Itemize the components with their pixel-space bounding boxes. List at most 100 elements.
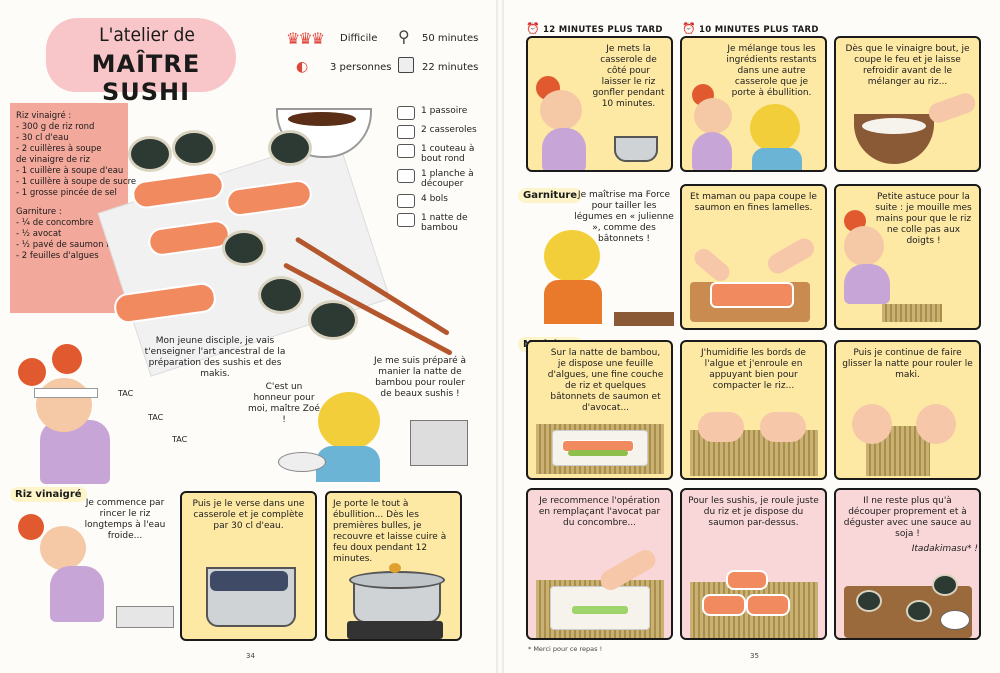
left-page: L'atelier de MAÎTRE SUSHI ♛♛♛ Difficile … bbox=[0, 0, 496, 673]
step-roll: J'humidifie les bords de l'algue et j'en… bbox=[701, 348, 806, 391]
ingredient-spacer bbox=[16, 199, 122, 207]
master-speech: Mon jeune disciple, je vais t'enseigner … bbox=[144, 336, 286, 379]
arm bbox=[764, 234, 818, 278]
comic-panel: Je recommence l'opération en remplaçant … bbox=[526, 488, 673, 640]
comic-panel: Dès que le vinaigre bout, je coupe le fe… bbox=[834, 36, 981, 172]
ingredient-line: - 2 feuilles d'algues bbox=[16, 251, 99, 261]
tool-label: 1 passoire bbox=[421, 106, 468, 116]
salmon-nigiri bbox=[746, 594, 790, 616]
tool-item: 4 bols bbox=[397, 194, 491, 208]
comic-panel: Je mets la casserole de côté pour laisse… bbox=[526, 36, 673, 172]
alarm-clock-icon: ⏰ bbox=[682, 22, 696, 35]
step-nigiri: Pour les sushis, je roule juste du riz e… bbox=[688, 496, 819, 528]
ingredient-line: - 2 cuillères à soupe bbox=[16, 144, 102, 154]
knife-icon bbox=[397, 144, 415, 158]
total-time-label: 50 minutes bbox=[422, 33, 479, 44]
book-gutter bbox=[496, 0, 504, 673]
student-head bbox=[750, 104, 800, 152]
cutting-board-icon bbox=[397, 169, 415, 183]
sfx-tac: TAC bbox=[148, 413, 164, 422]
maki-roll bbox=[128, 136, 172, 172]
chef-zoe-body bbox=[542, 128, 586, 170]
salmon-nigiri bbox=[702, 594, 746, 616]
chef-zoe-head bbox=[844, 226, 884, 266]
servings-label: 3 personnes bbox=[330, 62, 392, 73]
step-rest-rice: Je mets la casserole de côté pour laisse… bbox=[592, 44, 665, 109]
caption-text: 12 MINUTES PLUS TARD bbox=[543, 25, 663, 35]
tool-label: 1 natte de bambou bbox=[421, 213, 468, 233]
cutting-board bbox=[614, 312, 674, 326]
tool-item: 1 natte de bambou bbox=[397, 213, 491, 233]
headband bbox=[34, 388, 98, 398]
maki-roll bbox=[172, 130, 216, 166]
rice-in-bowl bbox=[862, 118, 926, 134]
time-caption-2: ⏰ 10 MINUTES PLUS TARD bbox=[682, 22, 819, 35]
comic-panel: Je mélange tous les ingrédients restants… bbox=[680, 36, 827, 172]
student-body bbox=[752, 148, 802, 170]
step-serve: Il ne reste plus qu'à découper propremen… bbox=[843, 496, 972, 539]
rice-plate bbox=[278, 452, 326, 472]
ingredient-line: - 1 cuillère à soupe d'eau bbox=[16, 166, 124, 176]
maki-roll bbox=[258, 276, 304, 314]
cucumber-strips bbox=[572, 606, 628, 614]
rice-step-3: Je porte le tout à ébullition... Dès les… bbox=[333, 499, 447, 564]
page-number-right: 35 bbox=[750, 652, 759, 660]
bamboo-mat-icon bbox=[397, 213, 415, 227]
arm bbox=[926, 90, 978, 126]
comic-panel: Petite astuce pour la suite : je mouille… bbox=[834, 184, 981, 330]
ingredient-line: - 1 cuillère à soupe de sucre bbox=[16, 177, 137, 187]
time-caption-1: ⏰ 12 MINUTES PLUS TARD bbox=[526, 22, 663, 35]
ingredient-line: - 1 grosse pincée de sel bbox=[16, 188, 117, 198]
hand bbox=[852, 404, 892, 444]
stove bbox=[347, 621, 443, 639]
hand bbox=[916, 404, 956, 444]
footnote: * Merci pour ce repas ! bbox=[528, 645, 603, 653]
saucepan bbox=[614, 136, 658, 162]
comic-panel: J'humidifie les bords de l'algue et j'en… bbox=[680, 340, 827, 480]
step-slice-salmon: Et maman ou papa coupe le saumon en fine… bbox=[690, 192, 817, 213]
maki-roll bbox=[932, 574, 958, 596]
tool-item: 2 casseroles bbox=[397, 125, 491, 139]
student-body bbox=[316, 446, 380, 482]
lid-knob bbox=[389, 563, 401, 573]
chef-zoe-head bbox=[694, 98, 732, 134]
rice-cooker bbox=[410, 420, 468, 466]
chef-zoe-body bbox=[844, 264, 890, 304]
maki-roll bbox=[268, 130, 312, 166]
hand bbox=[698, 412, 744, 442]
itadakimasu-text: Itadakimasu* ! bbox=[911, 544, 978, 554]
chef-zoe-hair bbox=[18, 514, 44, 540]
ingredient-line: de vinaigre de riz bbox=[16, 155, 90, 165]
student-head bbox=[318, 392, 380, 450]
comic-panel: Puis je le verse dans une casserole et j… bbox=[180, 491, 317, 641]
chef-zoe-head bbox=[540, 90, 582, 130]
comic-panel: Je porte le tout à ébullition... Dès les… bbox=[325, 491, 462, 641]
soy-sauce bbox=[288, 112, 356, 126]
active-time-label: 22 minutes bbox=[422, 62, 479, 73]
student-speech-2: Je me suis préparé à manier la natte de … bbox=[373, 356, 467, 399]
comic-panel: Et maman ou papa coupe le saumon en fine… bbox=[680, 184, 827, 330]
maki-roll bbox=[308, 300, 358, 340]
sink bbox=[116, 606, 174, 628]
step-repeat-cucumber: Je recommence l'opération en remplaçant … bbox=[538, 496, 661, 528]
step-wet-hands: Petite astuce pour la suite : je mouille… bbox=[875, 192, 972, 246]
hand bbox=[760, 412, 806, 442]
tool-label: 2 casseroles bbox=[421, 125, 477, 135]
comic-panel: Il ne reste plus qu'à découper propremen… bbox=[834, 488, 981, 640]
soy-dish bbox=[940, 610, 970, 630]
comic-panel: Puis je continue de faire glisser la nat… bbox=[834, 340, 981, 480]
comic-panel: Sur la natte de bambou, je dispose une f… bbox=[526, 340, 673, 480]
sfx-tac: TAC bbox=[172, 435, 188, 444]
student-apron bbox=[544, 280, 602, 324]
student-head bbox=[544, 230, 600, 282]
chef-zoe-body bbox=[50, 566, 104, 622]
maki-roll bbox=[906, 600, 932, 622]
sfx-tac: TAC bbox=[118, 389, 134, 398]
tool-item: 1 passoire bbox=[397, 106, 491, 120]
right-page: ⏰ 12 MINUTES PLUS TARD ⏰ 10 MINUTES PLUS T… bbox=[504, 0, 1000, 673]
chef-hats-icon: ♛♛♛ bbox=[286, 29, 325, 48]
rice-step-2: Puis je le verse dans une casserole et j… bbox=[192, 499, 305, 531]
page-number-left: 34 bbox=[246, 652, 255, 660]
chef-zoe-hair bbox=[18, 358, 46, 386]
chef-zoe-body bbox=[692, 132, 732, 170]
